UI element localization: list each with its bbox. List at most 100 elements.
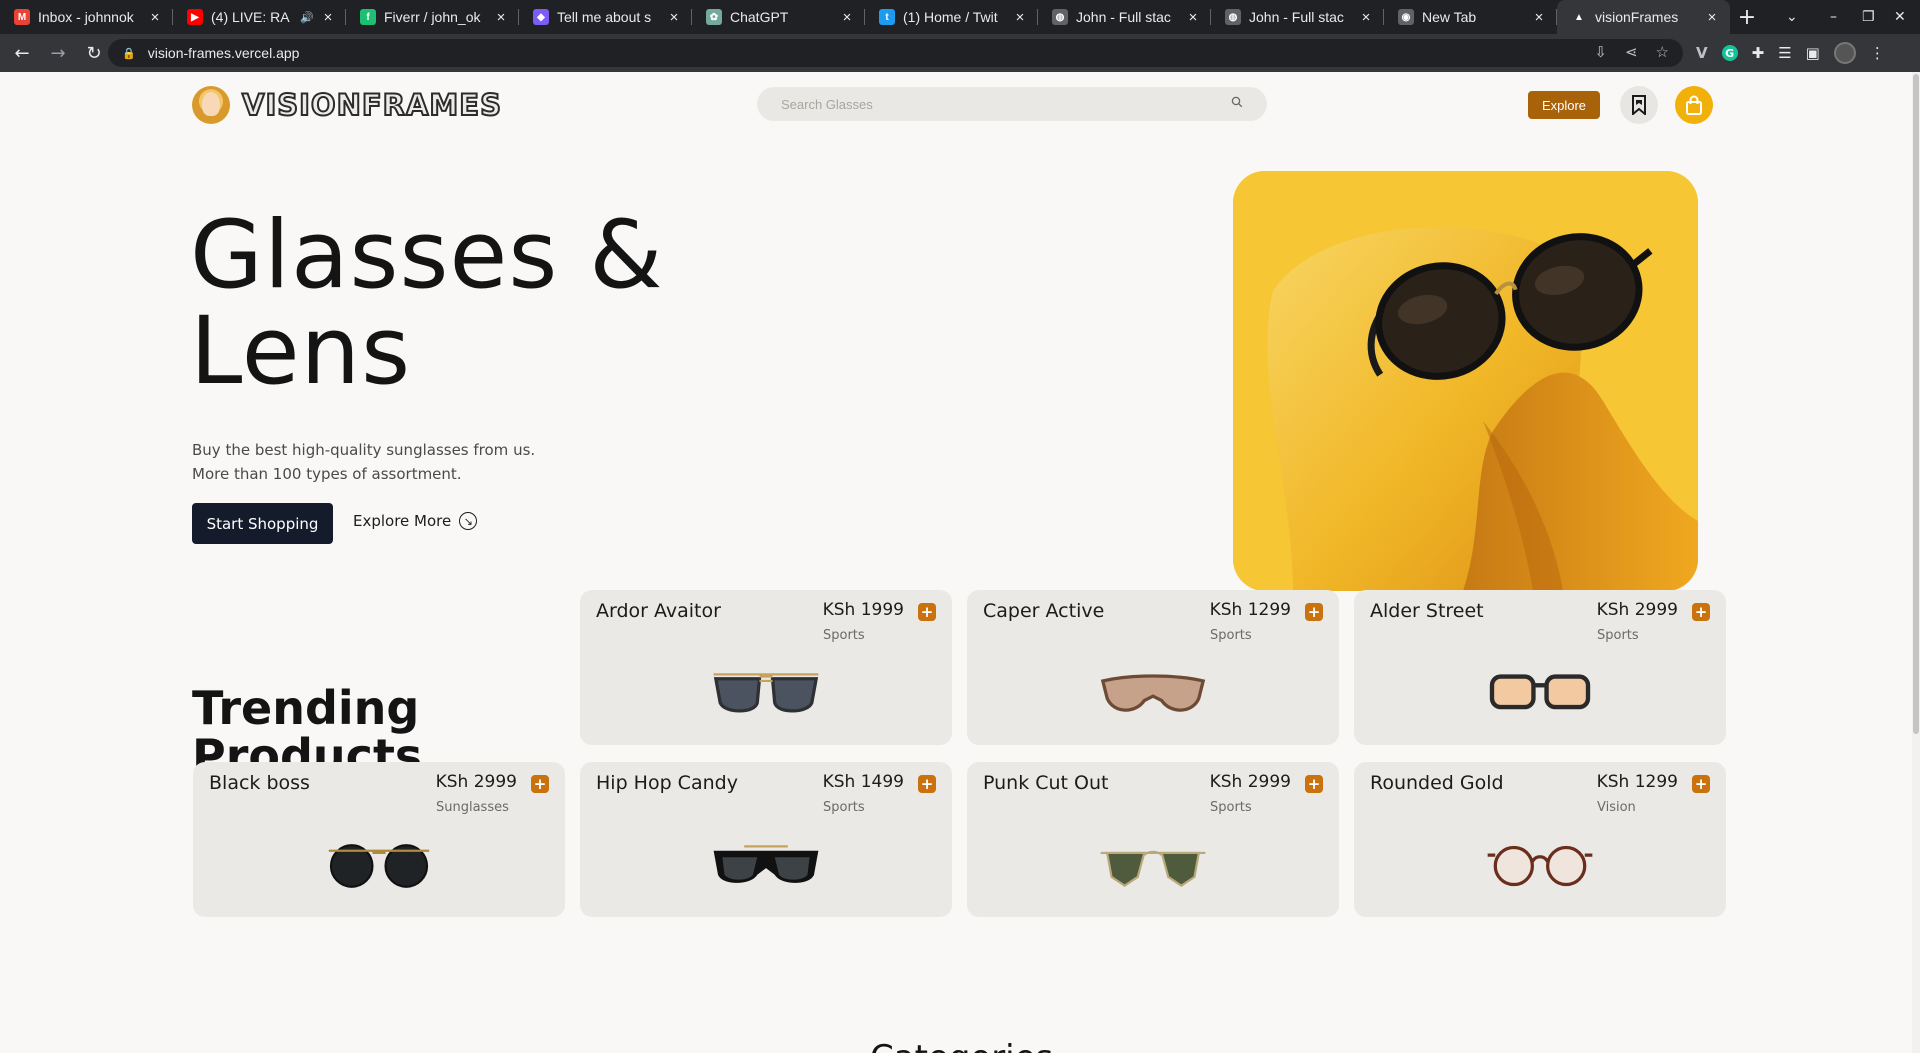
add-to-cart-icon[interactable]: + [531,775,549,793]
chatgpt-icon: ✿ [706,9,722,25]
browser-tab-bar: M Inbox - johnnok × ▶ (4) LIVE: RA 🔊 × f Fiverr … [0,0,1920,34]
trending-title-line1: Trending [192,681,420,735]
menu-icon[interactable]: ⋮ [1870,44,1885,62]
product-price: KSh 2999 [1209,772,1291,792]
add-to-cart-icon[interactable]: + [1692,603,1710,621]
hero-description: Buy the best high-quality sunglasses fro… [192,438,552,486]
product-image[interactable] [1482,842,1598,894]
vercel-icon: ▲ [1571,9,1587,25]
product-card[interactable]: Alder Street KSh 2999 + Sports [1354,590,1726,745]
bookmark-star-icon[interactable]: ☆ [1656,43,1669,61]
close-tab-icon[interactable]: × [1704,9,1720,26]
product-card[interactable]: Hip Hop Candy KSh 1499 + Sports [580,762,952,917]
browser-tab[interactable]: ◍ John - Full stac × [1211,0,1384,34]
back-icon[interactable]: ← [8,39,36,67]
url-field[interactable]: 🔒 vision-frames.vercel.app ⇩ ⋖ ☆ [108,39,1683,67]
twitter-icon: t [879,9,895,25]
forward-icon[interactable]: → [44,39,72,67]
new-tab-button[interactable]: + [1730,0,1764,34]
product-card[interactable]: Ardor Avaitor KSh 1999 + Sports [580,590,952,745]
add-to-cart-icon[interactable]: + [1305,603,1323,621]
explore-more-link[interactable]: Explore More ↘ [353,512,478,530]
product-name: Punk Cut Out [983,772,1109,794]
side-panel-icon[interactable]: ▣ [1806,44,1820,62]
product-name: Black boss [209,772,310,794]
product-category: Sunglasses [436,800,509,815]
restore-icon[interactable]: ❐ [1862,0,1875,34]
page-content: VISIONFRAMES Explore Glasses & Lens Buy … [0,72,1920,1053]
extensions-icon[interactable]: ✚ [1752,44,1765,62]
page-scrollbar[interactable] [1912,72,1920,1053]
product-image[interactable] [1095,670,1211,722]
close-tab-icon[interactable]: × [493,9,509,26]
add-to-cart-icon[interactable]: + [918,603,936,621]
product-image[interactable] [708,842,824,894]
start-shopping-button[interactable]: Start Shopping [192,503,333,544]
product-image[interactable] [1095,842,1211,894]
browser-tab[interactable]: ✿ ChatGPT × [692,0,865,34]
browser-tab[interactable]: t (1) Home / Twit × [865,0,1038,34]
product-image[interactable] [321,842,437,894]
hero-desc-line2: More than 100 types of assortment. [192,465,462,483]
product-card[interactable]: Caper Active KSh 1299 + Sports [967,590,1339,745]
close-window-icon[interactable]: ✕ [1894,0,1906,34]
chrome-icon: ◉ [1398,9,1414,25]
browser-tab[interactable]: M Inbox - johnnok × [0,0,173,34]
product-card[interactable]: Rounded Gold KSh 1299 + Vision [1354,762,1726,917]
product-card[interactable]: Punk Cut Out KSh 2999 + Sports [967,762,1339,917]
browser-tab[interactable]: f Fiverr / john_ok × [346,0,519,34]
browser-tab[interactable]: ◉ New Tab × [1384,0,1557,34]
gmail-icon: M [14,9,30,25]
search-icon[interactable] [1231,96,1243,112]
minimize-icon[interactable]: – [1830,0,1837,34]
tab-title: Tell me about s [557,9,652,25]
close-tab-icon[interactable]: × [147,9,163,26]
add-to-cart-icon[interactable]: + [1692,775,1710,793]
tab-title: ChatGPT [730,9,789,25]
categories-heading: Categories [870,1038,1053,1053]
product-image[interactable] [1482,670,1598,722]
profile-avatar[interactable] [1833,42,1856,64]
reload-icon[interactable]: ↻ [80,39,108,67]
speaker-icon[interactable]: 🔊 [300,11,314,24]
product-category: Sports [1210,628,1252,643]
search-input[interactable] [781,96,1231,112]
browser-tab[interactable]: ▶ (4) LIVE: RA 🔊 × [173,0,346,34]
close-tab-icon[interactable]: × [1531,9,1547,26]
close-tab-icon[interactable]: × [320,9,336,26]
product-price: KSh 1499 [822,772,904,792]
product-category: Sports [823,628,865,643]
fiverr-icon: f [360,9,376,25]
share-icon[interactable]: ⋖ [1625,43,1638,61]
browser-tab[interactable]: ▲ visionFrames × [1557,0,1730,34]
browser-tab[interactable]: ◍ John - Full stac × [1038,0,1211,34]
lock-icon[interactable]: 🔒 [122,47,136,60]
grammarly-icon[interactable]: G [1721,45,1738,61]
close-tab-icon[interactable]: × [666,9,682,26]
cart-button[interactable] [1675,86,1713,124]
close-tab-icon[interactable]: × [1185,9,1201,26]
close-tab-icon[interactable]: × [1358,9,1374,26]
url-text: vision-frames.vercel.app [147,45,300,61]
search-bar [757,87,1267,121]
add-to-cart-icon[interactable]: + [918,775,936,793]
product-card[interactable]: Black boss KSh 2999 + Sunglasses [193,762,565,917]
product-price: KSh 2999 [1596,600,1678,620]
reading-list-icon[interactable]: ☰ [1778,44,1791,62]
explore-button[interactable]: Explore [1528,91,1600,119]
add-to-cart-icon[interactable]: + [1305,775,1323,793]
bookmark-button[interactable] [1620,86,1658,124]
close-tab-icon[interactable]: × [1012,9,1028,26]
product-category: Sports [823,800,865,815]
bookmark-icon [1632,95,1646,115]
tab-title: Inbox - johnnok [38,9,134,25]
tab-search-icon[interactable]: ⌄ [1786,0,1798,34]
product-image[interactable] [708,670,824,722]
install-app-icon[interactable]: ⇩ [1594,43,1607,61]
close-tab-icon[interactable]: × [839,9,855,26]
site-logo[interactable]: VISIONFRAMES [192,86,502,124]
product-name: Caper Active [983,600,1105,622]
vue-devtools-icon[interactable]: V [1696,44,1708,62]
shopping-bag-icon [1686,95,1702,115]
browser-tab[interactable]: ◆ Tell me about s × [519,0,692,34]
